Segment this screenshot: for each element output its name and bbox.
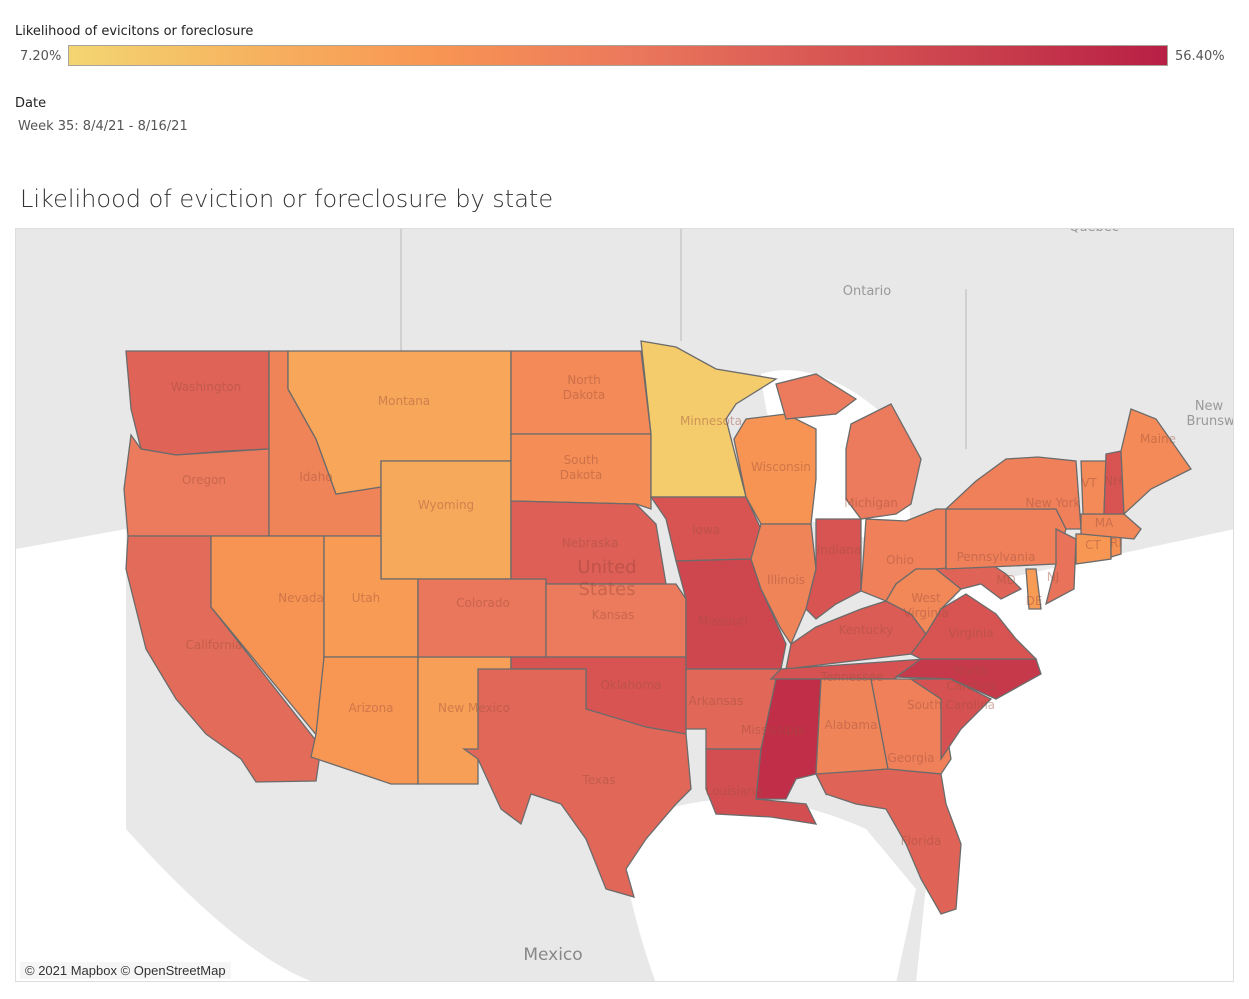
region-label-quebec: Quebec — [1069, 229, 1119, 235]
state-label-california: California — [186, 638, 243, 652]
state-label-washington: Washington — [171, 380, 242, 394]
state-label-west-virginia: Virginia — [903, 606, 948, 620]
state-label-north-carolina: North — [954, 664, 988, 678]
legend-min-label: 7.20% — [20, 49, 62, 64]
country-label-mexico: Mexico — [523, 945, 582, 965]
legend-max-label: 56.40% — [1175, 49, 1225, 64]
state-label-oregon: Oregon — [182, 473, 226, 487]
state-label-massachusetts: MA — [1095, 516, 1114, 530]
state-label-kentucky: Kentucky — [839, 623, 894, 637]
state-label-colorado: Colorado — [456, 596, 510, 610]
state-label-georgia: Georgia — [887, 751, 934, 765]
state-label-maryland: MD — [996, 573, 1016, 587]
state-label-oklahoma: Oklahoma — [600, 678, 661, 692]
state-label-new-hampshire: NH — [1104, 474, 1122, 488]
state-label-south-dakota: South — [564, 453, 599, 467]
state-label-south-carolina: South Carolina — [907, 698, 995, 712]
state-label-virginia: Virginia — [948, 626, 993, 640]
state-washington[interactable] — [125, 350, 270, 456]
state-label-west-virginia: West — [911, 591, 941, 605]
state-label-idaho: Idaho — [299, 470, 332, 484]
state-label-north-dakota: North — [567, 373, 601, 387]
state-label-connecticut: CT — [1085, 538, 1101, 552]
country-label-us: United — [577, 557, 636, 578]
map-attribution[interactable]: © 2021 Mapbox © OpenStreetMap — [20, 962, 231, 979]
state-label-florida: Florida — [901, 834, 942, 848]
state-label-missouri: Missouri — [698, 614, 747, 628]
map-title: Likelihood of eviction or foreclosure by… — [20, 185, 554, 213]
choropleth-map[interactable]: Washington Oregon California Idaho Nevada Mon… — [15, 228, 1234, 982]
state-label-new-jersey: NJ — [1047, 570, 1060, 584]
region-label-new-brunswick: New — [1195, 399, 1224, 414]
state-label-rhode-island: RI — [1110, 536, 1122, 550]
state-wyoming[interactable] — [380, 460, 512, 580]
state-label-michigan: Michigan — [844, 496, 898, 510]
state-label-maine: Maine — [1140, 432, 1176, 446]
state-label-utah: Utah — [352, 591, 380, 605]
state-label-new-mexico: New Mexico — [438, 701, 510, 715]
region-label-new-brunswick-2: Brunswic — [1187, 414, 1234, 429]
state-label-pennsylvania: Pennsylvania — [957, 550, 1036, 564]
state-label-texas: Texas — [581, 773, 615, 787]
state-label-nevada: Nevada — [278, 591, 324, 605]
state-label-arizona: Arizona — [348, 701, 393, 715]
state-label-mississippi: Mississippi — [741, 723, 805, 737]
state-label-iowa: Iowa — [692, 523, 720, 537]
state-label-arkansas: Arkansas — [689, 694, 744, 708]
state-colorado[interactable] — [417, 578, 547, 658]
state-label-north-carolina: Carolina — [946, 679, 995, 693]
map-canvas[interactable]: Washington Oregon California Idaho Nevada Mon… — [16, 229, 1234, 982]
state-label-alabama: Alabama — [825, 718, 878, 732]
state-label-delaware: DE — [1026, 594, 1043, 608]
state-label-new-york: New York — [1026, 496, 1081, 510]
region-label-ontario: Ontario — [843, 284, 891, 299]
legend-title: Likelihood of evicitons or foreclosure — [15, 24, 254, 39]
state-label-ohio: Ohio — [886, 553, 914, 567]
state-label-illinois: Illinois — [767, 573, 805, 587]
state-label-indiana: Indiana — [817, 543, 861, 557]
state-label-south-dakota: Dakota — [560, 468, 603, 482]
state-label-kansas: Kansas — [592, 608, 634, 622]
date-filter-value[interactable]: Week 35: 8/4/21 - 8/16/21 — [18, 119, 188, 134]
state-label-nebraska: Nebraska — [562, 536, 619, 550]
state-label-north-dakota: Dakota — [563, 388, 606, 402]
state-label-montana: Montana — [378, 394, 430, 408]
state-label-tennessee: Tennessee — [820, 670, 884, 684]
state-label-minnesota: Minnesota — [680, 414, 742, 428]
country-label-us-2: States — [578, 579, 635, 600]
legend-gradient-bar — [68, 45, 1168, 66]
state-label-wisconsin: Wisconsin — [751, 460, 811, 474]
state-label-louisiana: Louisiana — [706, 784, 763, 798]
date-filter-title: Date — [15, 96, 47, 111]
state-label-vermont: VT — [1081, 476, 1097, 490]
state-label-wyoming: Wyoming — [418, 498, 474, 512]
